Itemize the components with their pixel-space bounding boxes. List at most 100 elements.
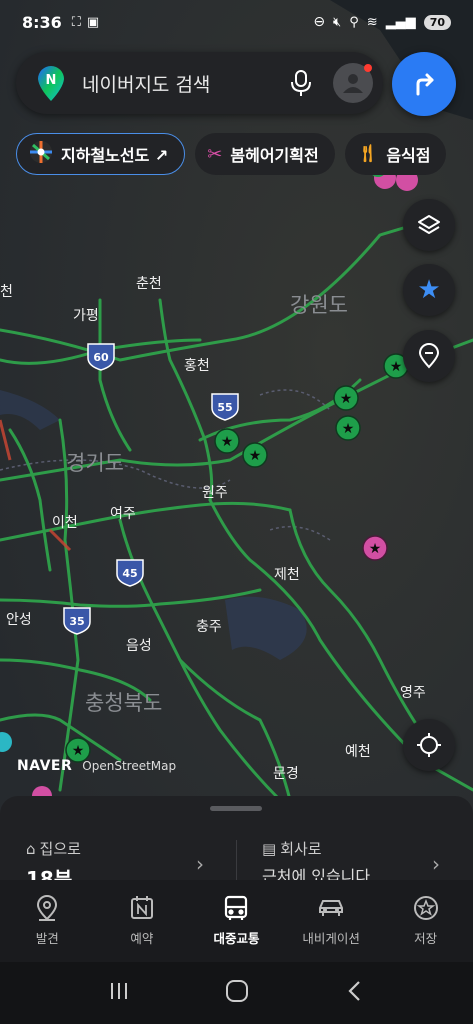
chip-restaurants[interactable]: 🍴︎ 음식점 <box>344 133 447 175</box>
svg-text:45: 45 <box>122 567 137 580</box>
microphone-icon[interactable] <box>283 65 319 101</box>
city-label[interactable]: 홍천 <box>184 358 210 374</box>
home-icon: ⌂ <box>26 839 36 858</box>
osm-credit[interactable]: OpenStreetMap <box>82 759 176 773</box>
subway-line-icon <box>29 140 53 168</box>
sheet-divider <box>236 840 237 880</box>
city-label[interactable]: 천 <box>0 284 13 300</box>
system-nav-bar <box>0 962 473 1024</box>
turn-right-arrow-icon <box>416 73 434 96</box>
location-icon: ⚲ <box>349 14 359 30</box>
chip-spring-hair[interactable]: ✂ 봄헤어기획전 <box>195 133 335 175</box>
chip-label: 음식점 <box>386 146 431 165</box>
svg-text:★: ★ <box>390 359 403 375</box>
svg-text:★: ★ <box>249 448 262 464</box>
recent-apps-button[interactable] <box>107 979 131 1007</box>
svg-text:60: 60 <box>93 351 109 364</box>
city-label[interactable]: 춘천 <box>136 276 162 292</box>
signal-icon: ▂▄▆ <box>385 14 416 30</box>
svg-text:N: N <box>46 73 57 88</box>
search-bar[interactable]: N 네이버지도 검색 <box>16 52 383 114</box>
city-label[interactable]: 충주 <box>196 619 222 635</box>
crosshair-icon <box>417 733 441 757</box>
city-label[interactable]: 예천 <box>345 744 371 760</box>
status-time: 8:36 <box>22 12 62 32</box>
back-button[interactable] <box>343 979 367 1007</box>
cast-icon: ▣ <box>86 14 100 30</box>
battery-indicator: 70 <box>423 14 451 30</box>
location-pin-icon <box>37 895 58 921</box>
wifi-icon: ≋ <box>366 14 378 30</box>
star-icon: ★ <box>417 275 441 305</box>
region-label: 경기도 <box>66 451 124 475</box>
tab-transit[interactable]: 대중교통 <box>189 880 284 962</box>
home-button[interactable] <box>224 978 250 1008</box>
svg-text:★: ★ <box>221 434 234 450</box>
highway-shield: 35 <box>63 607 91 635</box>
svg-text:★: ★ <box>340 391 353 407</box>
city-label[interactable]: 가평 <box>73 308 99 324</box>
my-location-button[interactable] <box>403 719 455 771</box>
svg-text:35: 35 <box>69 615 84 628</box>
svg-text:55: 55 <box>217 401 232 414</box>
nearby-pin-button[interactable] <box>403 330 455 382</box>
region-label: 충청북도 <box>85 691 162 715</box>
calendar-n-icon <box>130 896 153 919</box>
highway-shield: 45 <box>116 559 144 587</box>
layers-button[interactable] <box>403 199 455 251</box>
profile-avatar[interactable] <box>333 63 373 103</box>
city-label[interactable]: 제천 <box>274 567 300 583</box>
search-input[interactable]: 네이버지도 검색 <box>82 70 283 97</box>
tab-saved[interactable]: 저장 <box>378 880 473 962</box>
svg-text:★: ★ <box>72 743 85 759</box>
place-marker-green[interactable]: ★ <box>242 442 268 468</box>
layers-icon <box>418 215 440 234</box>
tab-booking[interactable]: 예약 <box>95 880 190 962</box>
notification-dot <box>364 64 372 72</box>
svg-text:★: ★ <box>369 541 382 557</box>
bus-icon <box>225 895 248 920</box>
directions-button[interactable] <box>392 52 456 116</box>
status-bar: 8:36 ⛶ ▣ ⊖ 🔇︎ ⚲ ≋ ▂▄▆ 70 <box>0 0 473 44</box>
map-canvas[interactable]: 강원도 경기도 충청북도 춘천 가평 홍천 원주 여주 이천 제천 충주 음성 … <box>0 0 473 880</box>
building-icon: ▤ <box>262 839 277 858</box>
location-pin-icon <box>418 343 440 369</box>
favorites-button[interactable]: ★ <box>403 264 455 316</box>
bottom-tab-bar: 발견 예약 대중교통 내비게이션 저장 <box>0 880 473 962</box>
scissors-icon: ✂ <box>207 143 223 165</box>
naver-brand: NAVER <box>17 758 73 774</box>
chip-label: 봄헤어기획전 <box>230 146 319 165</box>
chip-subway-map[interactable]: 지하철노선도 ↗ <box>16 133 186 175</box>
place-marker-pink[interactable]: ★ <box>362 535 388 561</box>
city-label[interactable]: 안성 <box>6 612 32 628</box>
category-chips: 지하철노선도 ↗ ✂ 봄헤어기획전 🍴︎ 음식점 <box>16 133 447 175</box>
car-icon <box>319 900 344 916</box>
svg-text:★: ★ <box>342 421 355 437</box>
tab-discover[interactable]: 발견 <box>0 880 95 962</box>
place-marker-green[interactable]: ★ <box>333 385 359 411</box>
mute-icon: 🔇︎ <box>333 14 342 30</box>
city-label[interactable]: 영주 <box>400 685 426 701</box>
tab-navigation[interactable]: 내비게이션 <box>284 880 379 962</box>
dnd-icon: ⊖ <box>313 14 326 30</box>
fork-knife-icon: 🍴︎ <box>356 144 379 164</box>
commute-sheet[interactable]: ⌂ 집으로 18분 › ▤ 회사로 근처에 있습니다. › <box>0 796 473 891</box>
highway-shield: 55 <box>211 393 239 421</box>
city-label[interactable]: 여주 <box>110 506 136 522</box>
city-label[interactable]: 원주 <box>202 485 228 501</box>
city-label[interactable]: 이천 <box>52 515 78 531</box>
chevron-right-icon[interactable]: › <box>196 852 204 876</box>
place-marker-green[interactable]: ★ <box>214 428 240 454</box>
highway-shield: 60 <box>87 343 115 371</box>
screenshot-icon: ⛶ <box>71 14 81 30</box>
map-attribution: NAVER OpenStreetMap <box>17 758 176 774</box>
chevron-right-icon[interactable]: › <box>432 852 440 876</box>
city-label[interactable]: 음성 <box>126 638 152 654</box>
city-label[interactable]: 문경 <box>273 766 299 782</box>
place-marker-green[interactable]: ★ <box>335 415 361 441</box>
region-label: 강원도 <box>290 293 348 317</box>
star-icon <box>413 896 438 920</box>
naver-map-logo-icon: N <box>36 64 66 102</box>
chip-label: 지하철노선도 ↗ <box>61 146 169 165</box>
sheet-drag-handle[interactable] <box>210 806 262 811</box>
